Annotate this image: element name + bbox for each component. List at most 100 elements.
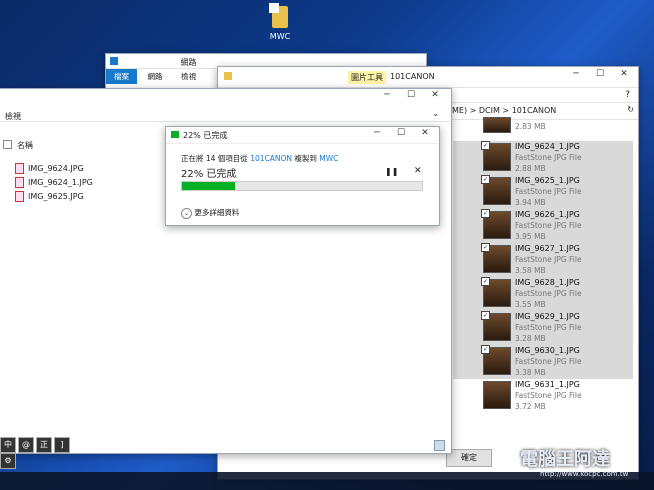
list-item[interactable]: ✓ IMG_9630_1.JPG FastStone JPG File 3.38… — [453, 345, 633, 379]
list-item[interactable]: IMG_9624.JPG — [15, 163, 84, 174]
file-type: FastStone JPG File — [515, 391, 582, 400]
copy-progress-dialog[interactable]: 22% 已完成 ─ ☐ ✕ 正在將 14 個項目從 101CANON 複製到 MWC… — [165, 126, 440, 226]
checkbox[interactable]: ✓ — [481, 345, 490, 354]
checkbox[interactable]: ✓ — [481, 243, 490, 252]
checkbox[interactable]: ✓ — [481, 277, 490, 286]
file-type: FastStone JPG File — [515, 255, 582, 264]
full-width-icon[interactable]: 正 — [36, 437, 52, 453]
ok-button[interactable]: 確定 — [446, 449, 492, 467]
copy-dest-link[interactable]: MWC — [319, 154, 338, 163]
file-name: IMG_9629_1.JPG — [515, 312, 580, 321]
breadcrumb-item[interactable]: ME) — [452, 106, 467, 115]
file-name: IMG_9625_1.JPG — [515, 176, 580, 185]
file-name: IMG_9628_1.JPG — [515, 278, 580, 287]
copy-description: 正在將 14 個項目從 101CANON 複製到 MWC — [181, 153, 338, 164]
file-name: IMG_9624.JPG — [28, 164, 84, 173]
gear-icon[interactable]: ⚙ — [0, 453, 16, 469]
file-size: 2.83 MB — [515, 122, 546, 131]
maximize-button[interactable]: ☐ — [588, 69, 612, 79]
breadcrumb-item[interactable]: DCIM — [479, 106, 500, 115]
minimize-button[interactable]: ─ — [365, 128, 389, 138]
network-window-title: 網路 — [180, 58, 197, 67]
list-item[interactable]: IMG_9625.JPG — [15, 191, 84, 202]
view-tab[interactable]: 檢視 — [5, 111, 21, 122]
list-item[interactable]: ✓ IMG_9624_1.JPG FastStone JPG File 2.88… — [453, 141, 633, 175]
jpg-file-icon — [15, 177, 24, 188]
help-icon[interactable]: ? — [625, 90, 630, 100]
file-name: IMG_9624_1.JPG — [515, 142, 580, 151]
copy-desc-prefix: 正在將 14 個項目從 — [181, 154, 248, 163]
details-view-icon[interactable] — [434, 440, 445, 451]
network-app-icon — [110, 57, 118, 65]
refresh-icon[interactable]: ↻ — [627, 105, 634, 114]
file-size: 3.58 MB — [515, 266, 546, 275]
checkbox[interactable]: ✓ — [481, 311, 490, 320]
ime-icon[interactable]: 中 — [0, 437, 16, 453]
folder-icon — [224, 72, 232, 80]
list-item[interactable]: IMG_9631_1.JPG FastStone JPG File 3.72 M… — [453, 379, 633, 413]
column-header-name[interactable]: 名稱 — [17, 140, 33, 151]
select-all-checkbox[interactable] — [3, 140, 12, 149]
file-name: IMG_9625.JPG — [28, 192, 84, 201]
punctuation-icon[interactable]: ] — [54, 437, 70, 453]
cancel-button[interactable]: ✕ — [414, 166, 422, 176]
file-list: 2.83 MB ✓ IMG_9624_1.JPG FastStone JPG F… — [453, 117, 633, 417]
file-type: FastStone JPG File — [515, 323, 582, 332]
file-type: FastStone JPG File — [515, 221, 582, 230]
copy-status: 22% 已完成 — [181, 169, 237, 180]
desktop-icon-label: MWC — [269, 32, 291, 41]
close-button[interactable]: ✕ — [423, 90, 447, 100]
list-item[interactable]: ✓ IMG_9625_1.JPG FastStone JPG File 3.94… — [453, 175, 633, 209]
close-button[interactable]: ✕ — [413, 128, 437, 138]
file-name: IMG_9627_1.JPG — [515, 244, 580, 253]
file-name: IMG_9631_1.JPG — [515, 380, 580, 389]
at-icon[interactable]: @ — [18, 437, 34, 453]
file-size: 2.88 MB — [515, 164, 546, 173]
file-size: 3.38 MB — [515, 368, 546, 377]
file-name: IMG_9626_1.JPG — [515, 210, 580, 219]
file-type: FastStone JPG File — [515, 289, 582, 298]
file-size: 3.55 MB — [515, 300, 546, 309]
file-name: IMG_9624_1.JPG — [28, 178, 93, 187]
more-details-label: 更多詳細資料 — [194, 208, 240, 217]
jpg-file-icon — [15, 191, 24, 202]
pause-button[interactable]: ❚❚ — [385, 167, 398, 176]
watermark-text: 電腦王阿達 — [520, 449, 610, 470]
file-size: 3.72 MB — [515, 402, 546, 411]
photo-thumbnail — [483, 117, 511, 133]
chevron-down-icon[interactable]: ⌄ — [432, 109, 439, 118]
minimize-button[interactable]: ─ — [564, 69, 588, 79]
desktop-folder-mwc[interactable]: MWC — [260, 3, 300, 41]
minimize-button[interactable]: ─ — [375, 90, 399, 100]
close-button[interactable]: ✕ — [612, 69, 636, 79]
list-item[interactable]: ✓ IMG_9626_1.JPG FastStone JPG File 3.95… — [453, 209, 633, 243]
file-size: 3.95 MB — [515, 232, 546, 241]
checkbox[interactable]: ✓ — [481, 209, 490, 218]
copy-source-link[interactable]: 101CANON — [250, 154, 292, 163]
tab-view[interactable]: 檢視 — [173, 69, 204, 84]
file-size: 3.28 MB — [515, 334, 546, 343]
folder-icon — [269, 3, 288, 28]
list-item[interactable]: ✓ IMG_9629_1.JPG FastStone JPG File 3.28… — [453, 311, 633, 345]
progress-bar — [181, 181, 423, 191]
file-name: IMG_9630_1.JPG — [515, 346, 580, 355]
more-details-toggle[interactable]: ⌄ 更多詳細資料 — [181, 207, 239, 219]
breadcrumb-item[interactable]: 101CANON — [512, 106, 557, 115]
maximize-button[interactable]: ☐ — [399, 90, 423, 100]
tab-network[interactable]: 網路 — [140, 69, 171, 84]
watermark-url: http://www.kocpc.com.tw — [540, 470, 629, 478]
breadcrumb[interactable]: ME) > DCIM > 101CANON — [452, 106, 556, 115]
picture-tools-label[interactable]: 圖片工具 — [348, 71, 386, 84]
tab-file[interactable]: 檔案 — [106, 69, 137, 84]
list-item[interactable]: ✓ IMG_9627_1.JPG FastStone JPG File 3.58… — [453, 243, 633, 277]
maximize-button[interactable]: ☐ — [389, 128, 413, 138]
list-item[interactable]: ✓ IMG_9628_1.JPG FastStone JPG File 3.55… — [453, 277, 633, 311]
list-item[interactable]: IMG_9624_1.JPG — [15, 177, 93, 188]
input-method-bar[interactable]: 中 @ 正] ⚙ — [0, 437, 80, 469]
copy-desc-mid: 複製到 — [294, 154, 317, 163]
checkbox[interactable]: ✓ — [481, 141, 490, 150]
chevron-down-icon: ⌄ — [181, 208, 192, 219]
checkbox[interactable]: ✓ — [481, 175, 490, 184]
copy-icon — [171, 131, 179, 138]
file-type: FastStone JPG File — [515, 187, 582, 196]
